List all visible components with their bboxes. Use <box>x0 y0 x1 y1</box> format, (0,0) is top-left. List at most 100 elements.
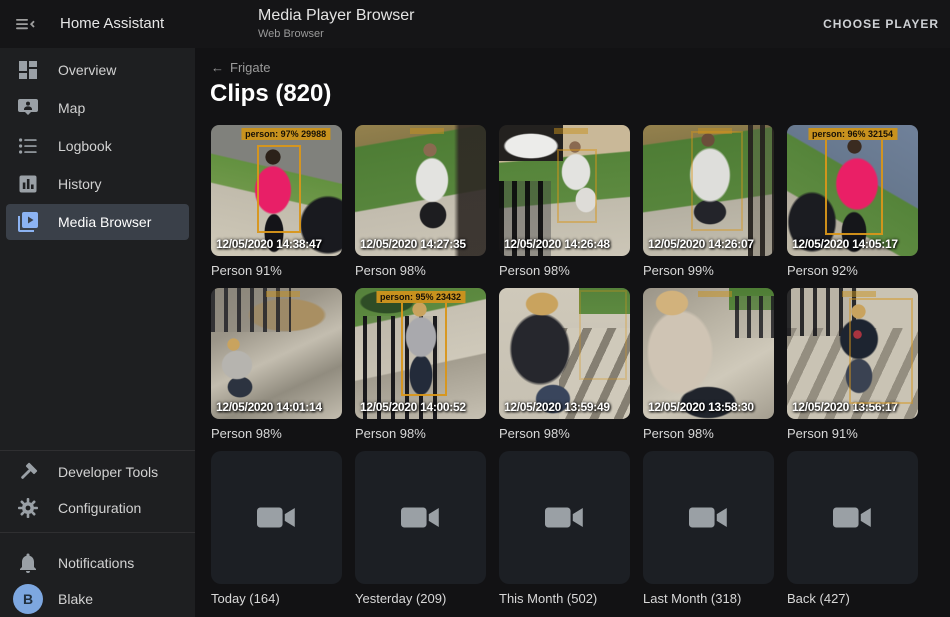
detection-bounding-box <box>825 135 883 235</box>
clip-thumbnail-man-white-shirt-porch-steps[interactable]: 12/05/2020 14:27:35 <box>355 125 486 256</box>
breadcrumb-back[interactable]: ← Frigate <box>211 60 270 75</box>
sidebar-item-developer-tools[interactable]: Developer Tools <box>6 454 189 490</box>
clip-thumbnail-toddler-at-metal-gate[interactable]: person: 95% 23432 12/05/2020 14:00:52 <box>355 288 486 419</box>
bell-icon <box>16 551 40 575</box>
folder-card[interactable]: This Month (502) <box>499 451 630 606</box>
folder-card[interactable]: Back (427) <box>787 451 918 606</box>
clip-caption: Person 91% <box>211 263 342 278</box>
sidebar-item-configuration[interactable]: Configuration <box>6 490 189 526</box>
clip-caption: Person 98% <box>643 426 774 441</box>
sidebar-item-label: Media Browser <box>58 214 151 230</box>
clip-caption: Person 98% <box>499 263 630 278</box>
clip-card[interactable]: person: 97% 29988 12/05/2020 14:38:47 Pe… <box>211 125 342 278</box>
clip-card[interactable]: 12/05/2020 14:26:07 Person 99% <box>643 125 774 278</box>
sidebar-item-notifications[interactable]: Notifications <box>6 545 189 581</box>
clip-thumbnail-woman-black-hoodie-steps[interactable]: 12/05/2020 13:59:49 <box>499 288 630 419</box>
header-title: Media Player Browser <box>258 7 415 25</box>
clip-thumbnail-man-back-white-shirt-walkway[interactable]: 12/05/2020 14:26:07 <box>643 125 774 256</box>
video-camera-icon <box>689 504 729 531</box>
folder-label: Back (427) <box>787 591 918 606</box>
video-camera-icon <box>833 504 873 531</box>
sidebar-item-label: Notifications <box>58 555 134 571</box>
detection-label: person: 95% 23432 <box>376 291 465 303</box>
avatar: B <box>13 584 43 614</box>
sidebar: Overview Map <box>0 48 195 617</box>
clip-caption: Person 99% <box>643 263 774 278</box>
folder-thumbnail[interactable] <box>643 451 774 584</box>
sidebar-item-label: Developer Tools <box>58 464 158 480</box>
choose-player-button[interactable]: CHOOSE PLAYER <box>823 0 939 48</box>
clip-timestamp: 12/05/2020 14:01:14 <box>216 400 322 414</box>
clip-timestamp: 12/05/2020 14:00:52 <box>360 400 466 414</box>
view-dashboard-icon <box>16 58 40 82</box>
folder-card[interactable]: Yesterday (209) <box>355 451 486 606</box>
clip-thumbnail-man-by-garage-white-car[interactable]: 12/05/2020 14:26:48 <box>499 125 630 256</box>
sidebar-item-logbook[interactable]: Logbook <box>6 128 189 164</box>
chart-box-icon <box>16 172 40 196</box>
clip-card[interactable]: 12/05/2020 14:27:35 Person 98% <box>355 125 486 278</box>
header-title-block: Media Player Browser Web Browser <box>258 7 415 40</box>
clip-card[interactable]: 12/05/2020 14:01:14 Person 98% <box>211 288 342 441</box>
video-camera-icon <box>401 504 441 531</box>
detection-bounding-box <box>257 145 301 233</box>
sidebar-item-profile[interactable]: B Blake <box>6 581 189 617</box>
video-camera-icon <box>257 504 297 531</box>
sidebar-divider <box>0 450 195 451</box>
folder-thumbnail[interactable] <box>355 451 486 584</box>
back-arrow-icon: ← <box>211 60 224 75</box>
app-root: Home Assistant Media Player Browser Web … <box>0 0 950 617</box>
folder-label: Last Month (318) <box>643 591 774 606</box>
clip-card[interactable]: person: 95% 23432 12/05/2020 14:00:52 Pe… <box>355 288 486 441</box>
clip-timestamp: 12/05/2020 13:58:30 <box>648 400 754 414</box>
sidebar-item-history[interactable]: History <box>6 166 189 202</box>
sidebar-item-media-browser[interactable]: Media Browser <box>6 204 189 240</box>
clip-card[interactable]: 12/05/2020 14:26:48 Person 98% <box>499 125 630 278</box>
folder-label: Today (164) <box>211 591 342 606</box>
clip-thumbnail-woman-beige-sweater-bag[interactable]: 12/05/2020 13:58:30 <box>643 288 774 419</box>
clip-caption: Person 98% <box>499 426 630 441</box>
detection-label: person: 97% 29988 <box>241 128 330 140</box>
clip-card[interactable]: person: 96% 32154 12/05/2020 14:05:17 Pe… <box>787 125 918 278</box>
clip-timestamp: 12/05/2020 14:26:07 <box>648 237 754 251</box>
detection-bounding-box <box>849 298 913 404</box>
sidebar-item-label: Logbook <box>58 138 112 154</box>
clip-thumbnail-toddler-near-gate-concrete[interactable]: 12/05/2020 14:01:14 <box>211 288 342 419</box>
clip-thumbnail-woman-pink-jacket-stroller-sidewalk[interactable]: person: 97% 29988 12/05/2020 14:38:47 <box>211 125 342 256</box>
sidebar-item-label: Configuration <box>58 500 141 516</box>
clip-timestamp: 12/05/2020 14:38:47 <box>216 237 322 251</box>
sidebar-item-label: Map <box>58 100 85 116</box>
folder-thumbnail[interactable] <box>499 451 630 584</box>
menu-toggle-button[interactable] <box>13 12 37 36</box>
media-browser-panel: ← Frigate Clips (820) person: 97% 29988 1… <box>195 48 950 617</box>
cog-icon <box>16 496 40 520</box>
page-title: Clips (820) <box>210 80 331 108</box>
breadcrumb-label: Frigate <box>230 60 270 75</box>
tooltip-account-icon <box>16 96 40 120</box>
top-bar: Home Assistant Media Player Browser Web … <box>0 0 950 48</box>
detection-bounding-box <box>557 149 597 223</box>
clip-caption: Person 98% <box>355 426 486 441</box>
clip-thumbnail-woman-pink-jacket-stroller-street[interactable]: person: 96% 32154 12/05/2020 14:05:17 <box>787 125 918 256</box>
clip-thumbnail-toddler-navy-sweatshirt-patio[interactable]: 12/05/2020 13:56:17 <box>787 288 918 419</box>
folder-thumbnail[interactable] <box>211 451 342 584</box>
menu-open-icon <box>13 12 37 36</box>
header-subtitle: Web Browser <box>258 28 415 40</box>
detection-bounding-box <box>579 290 627 380</box>
clip-card[interactable]: 12/05/2020 13:58:30 Person 98% <box>643 288 774 441</box>
folder-card[interactable]: Last Month (318) <box>643 451 774 606</box>
clip-timestamp: 12/05/2020 13:59:49 <box>504 400 610 414</box>
clip-card[interactable]: 12/05/2020 13:59:49 Person 98% <box>499 288 630 441</box>
play-box-multiple-icon <box>16 210 40 234</box>
sidebar-item-map[interactable]: Map <box>6 90 189 126</box>
folder-thumbnail[interactable] <box>787 451 918 584</box>
clip-caption: Person 91% <box>787 426 918 441</box>
clip-card[interactable]: 12/05/2020 13:56:17 Person 91% <box>787 288 918 441</box>
sidebar-item-overview[interactable]: Overview <box>6 52 189 88</box>
detection-label: person: 96% 32154 <box>808 128 897 140</box>
hammer-icon <box>16 460 40 484</box>
detection-bounding-box <box>401 298 447 396</box>
folder-card[interactable]: Today (164) <box>211 451 342 606</box>
clip-caption: Person 98% <box>211 426 342 441</box>
folder-label: This Month (502) <box>499 591 630 606</box>
profile-name: Blake <box>58 591 93 607</box>
